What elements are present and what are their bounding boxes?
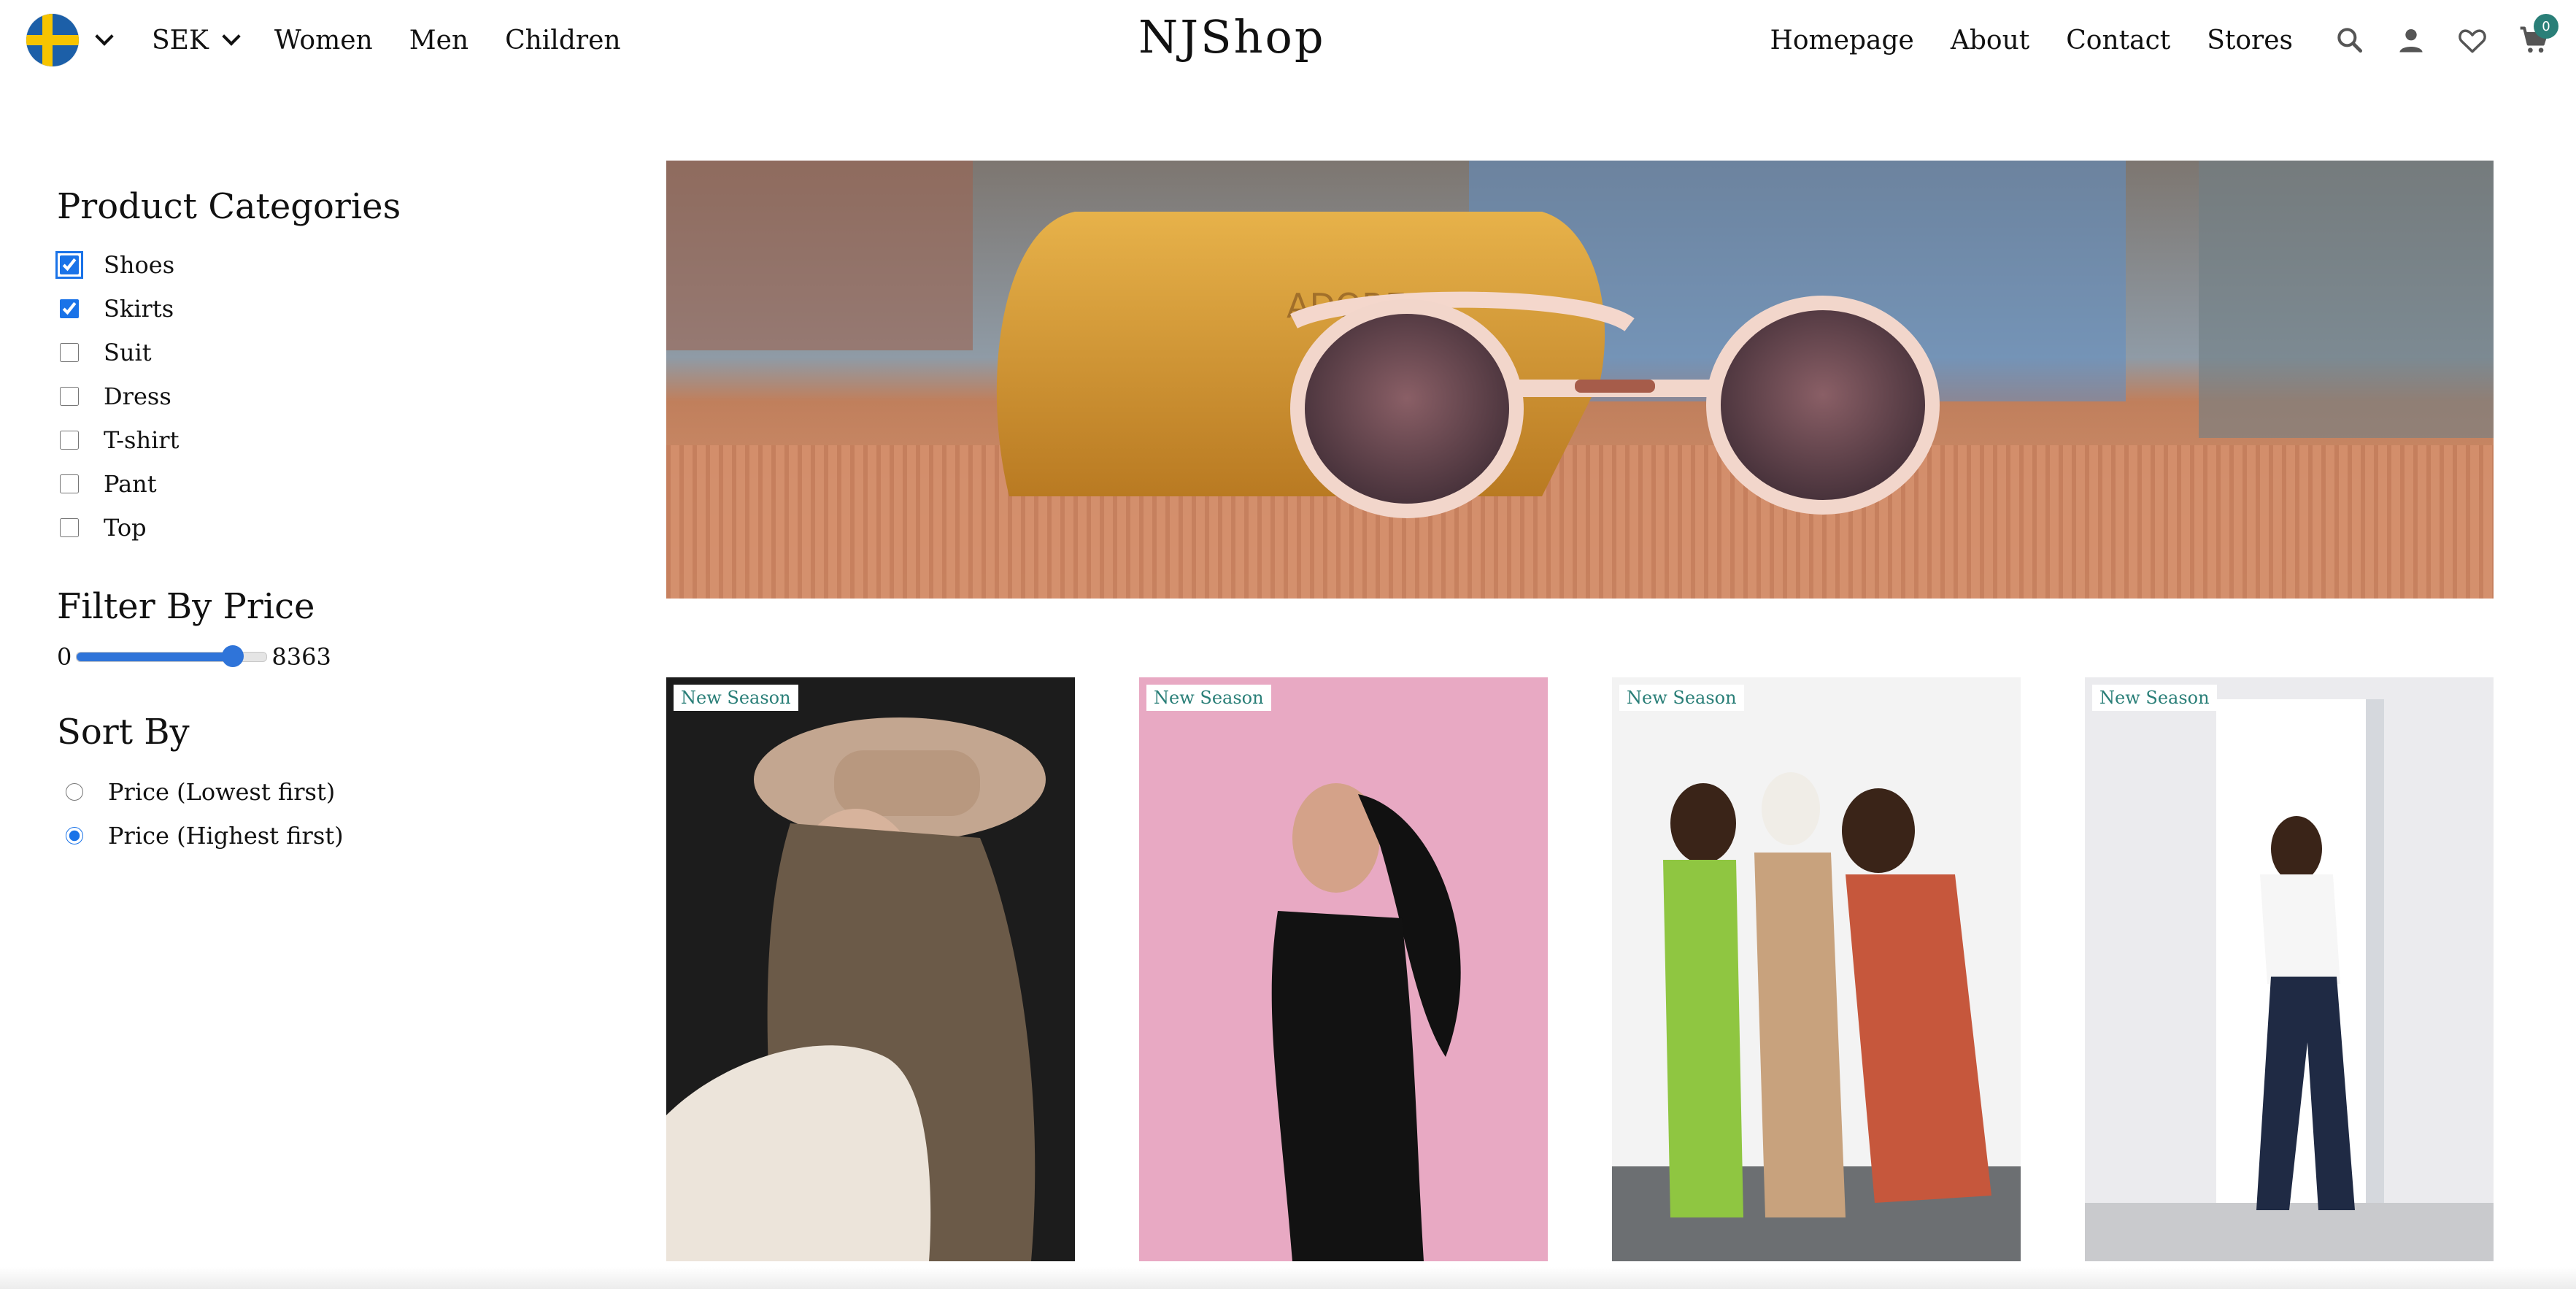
sweden-flag-icon[interactable] [26,14,79,66]
product-tag: New Season [674,685,798,711]
cart-count-badge: 0 [2534,14,2558,39]
category-label: T-shirt [104,426,180,454]
sort-option[interactable]: Price (Lowest first) [57,770,568,814]
price-filter-title: Filter By Price [57,586,315,627]
price-slider[interactable] [76,645,268,667]
price-slider-fill [77,653,233,661]
top-navbar: SEK Women Men Children NJShop Homepage A… [0,0,2576,80]
page: SEK Women Men Children NJShop Homepage A… [0,0,2576,1289]
filter-sidebar: Product Categories Shoes Skirts Suit Dre… [55,186,568,858]
category-checkbox-t-shirt[interactable] [60,431,79,450]
cart-icon[interactable]: 0 [2518,14,2558,56]
category-checkbox-suit[interactable] [60,343,79,362]
sort-by-title: Sort By [57,712,190,753]
sort-option[interactable]: Price (Highest first) [57,814,568,858]
category-checkbox-pant[interactable] [60,474,79,493]
nav-link-contact[interactable]: Contact [2066,26,2170,55]
category-item[interactable]: Dress [57,374,568,418]
category-label: Suit [104,339,152,366]
search-icon[interactable] [2334,24,2366,56]
price-max-label: 8363 [271,643,331,671]
product-card[interactable]: New Season [1612,677,2021,1261]
price-min-label: 0 [57,643,72,671]
category-label: Dress [104,382,171,410]
product-image [1612,677,2021,1261]
product-card[interactable]: New Season [1139,677,1548,1261]
chevron-down-icon [222,27,241,46]
price-filter: 0 8363 [57,643,568,671]
product-image [1139,677,1548,1261]
sort-radio-lowest[interactable] [66,783,83,801]
product-image [2085,677,2494,1261]
product-card[interactable]: New Season [666,677,1075,1261]
category-list: Shoes Skirts Suit Dress T-shirt Pant Top [55,243,568,550]
sort-option-label: Price (Highest first) [108,822,344,850]
product-tag: New Season [2092,685,2217,711]
nav-link-men[interactable]: Men [409,26,468,55]
category-checkbox-shoes[interactable] [55,251,83,279]
user-icon[interactable] [2395,24,2427,56]
bottom-edge [0,1267,2576,1289]
category-item[interactable]: Shoes [55,243,568,287]
sort-options: Price (Lowest first) Price (Highest firs… [57,770,568,858]
category-label: Top [104,514,147,542]
brand-logo[interactable]: NJShop [1138,10,1324,64]
category-item[interactable]: Skirts [57,287,568,331]
category-checkbox-skirts[interactable] [60,299,79,318]
nav-link-children[interactable]: Children [505,26,621,55]
category-label: Pant [104,470,157,498]
nav-link-stores[interactable]: Stores [2207,26,2293,55]
category-item[interactable]: Top [57,506,568,550]
product-tag: New Season [1146,685,1271,711]
chevron-down-icon[interactable] [95,27,114,46]
product-grid: New Season New Season New Season New Sea… [666,677,2494,1261]
currency-selector[interactable]: SEK [152,25,241,55]
category-label: Shoes [104,251,175,279]
product-tag: New Season [1619,685,1744,711]
category-item[interactable]: Pant [57,462,568,506]
nav-left: SEK Women Men Children [26,13,621,67]
product-image [666,677,1075,1261]
product-card[interactable]: New Season [2085,677,2494,1261]
category-label: Skirts [104,295,174,323]
category-checkbox-dress[interactable] [60,387,79,406]
nav-link-women[interactable]: Women [274,26,373,55]
currency-label: SEK [152,25,209,55]
nav-link-homepage[interactable]: Homepage [1770,26,1913,55]
nav-right: Homepage About Contact Stores 0 [1733,13,2576,67]
sort-option-label: Price (Lowest first) [108,778,336,806]
categories-title: Product Categories [57,186,401,227]
price-slider-handle[interactable] [221,645,244,667]
category-checkbox-top[interactable] [60,518,79,537]
nav-link-about[interactable]: About [1951,26,2029,55]
hero-banner-image: ADORE [666,161,2494,599]
heart-icon[interactable] [2456,24,2488,56]
category-item[interactable]: Suit [57,331,568,374]
sort-radio-highest[interactable] [66,827,83,844]
category-item[interactable]: T-shirt [57,418,568,462]
